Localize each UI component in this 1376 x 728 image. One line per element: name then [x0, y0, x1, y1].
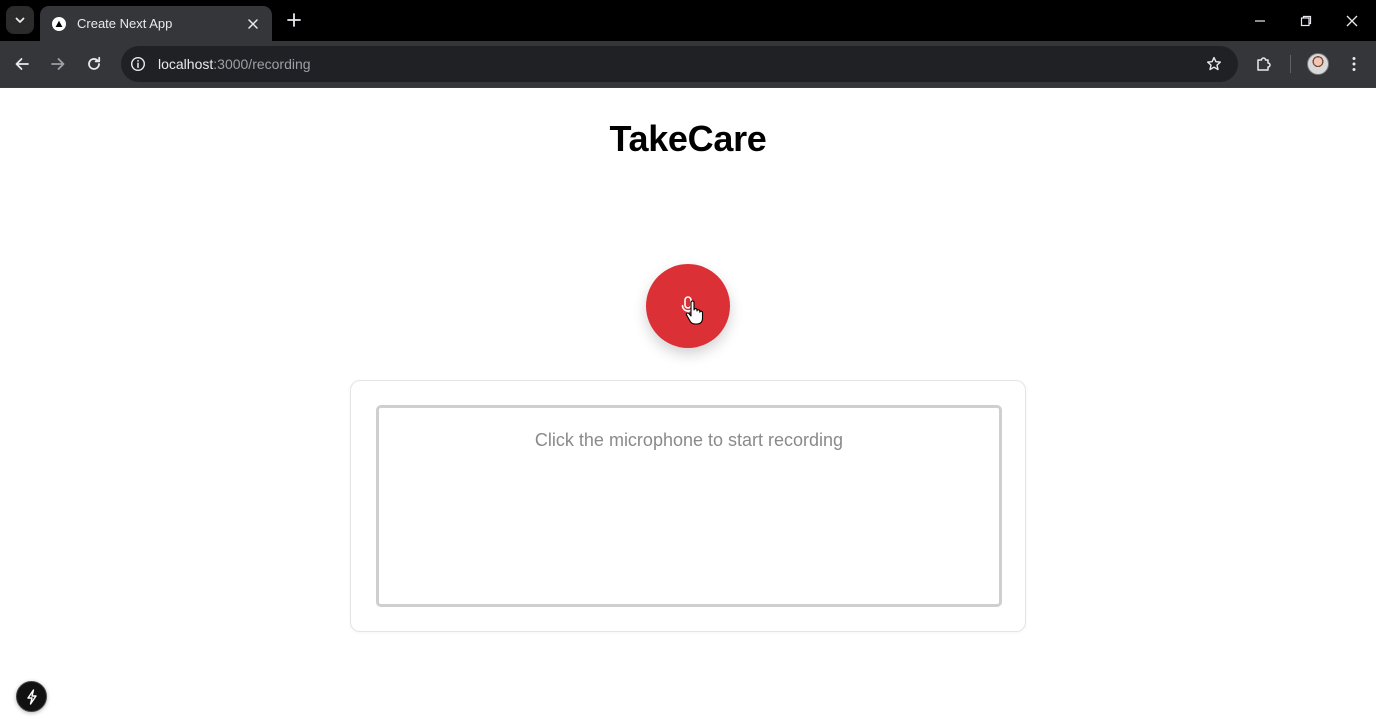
- bookmark-button[interactable]: [1202, 52, 1226, 76]
- minimize-icon: [1255, 19, 1265, 22]
- page-content: TakeCare Click the microphone to start r…: [0, 88, 1376, 728]
- browser-tab[interactable]: Create Next App: [40, 6, 272, 41]
- browser-titlebar: Create Next App: [0, 0, 1376, 41]
- puzzle-icon: [1257, 57, 1271, 71]
- address-bar[interactable]: localhost:3000/recording: [121, 46, 1238, 82]
- page-title: TakeCare: [609, 118, 767, 159]
- chevron-down-icon: [15, 17, 25, 23]
- arrow-right-icon: [51, 58, 65, 70]
- tab-search-button[interactable]: [6, 6, 34, 34]
- restore-button[interactable]: [1283, 0, 1329, 41]
- lightning-icon: [26, 688, 37, 705]
- transcript-card: Click the microphone to start recording: [350, 380, 1026, 632]
- nextjs-dev-indicator[interactable]: [16, 681, 47, 712]
- extensions-button[interactable]: [1249, 49, 1279, 79]
- star-icon: [1207, 56, 1221, 71]
- plus-icon: [287, 13, 301, 27]
- new-tab-button[interactable]: [282, 8, 306, 32]
- reload-icon: [88, 56, 101, 70]
- minimize-button[interactable]: [1237, 0, 1283, 41]
- tab-title: Create Next App: [77, 16, 173, 31]
- browser-toolbar: localhost:3000/recording: [0, 41, 1376, 87]
- restore-icon: [1300, 15, 1312, 26]
- triangle-icon: [52, 16, 66, 31]
- hand-cursor-icon: [685, 300, 704, 325]
- back-button[interactable]: [7, 49, 37, 79]
- kebab-menu-icon: [1352, 57, 1356, 71]
- url-host: localhost: [158, 56, 214, 72]
- toolbar-divider: [1290, 55, 1291, 73]
- browser-menu-button[interactable]: [1339, 49, 1369, 79]
- url-path: :3000/recording: [213, 56, 311, 72]
- forward-button[interactable]: [43, 49, 73, 79]
- close-icon: [1346, 15, 1358, 26]
- url-text: localhost:3000/recording: [158, 56, 311, 72]
- arrow-left-icon: [15, 58, 29, 70]
- transcript-placeholder: Click the microphone to start recording: [534, 430, 844, 450]
- transcript-box[interactable]: Click the microphone to start recording: [376, 405, 1002, 607]
- reload-button[interactable]: [79, 49, 109, 79]
- info-icon[interactable]: [126, 52, 150, 76]
- window-close-button[interactable]: [1329, 0, 1375, 41]
- close-icon[interactable]: [244, 15, 262, 33]
- profile-avatar[interactable]: [1307, 53, 1329, 75]
